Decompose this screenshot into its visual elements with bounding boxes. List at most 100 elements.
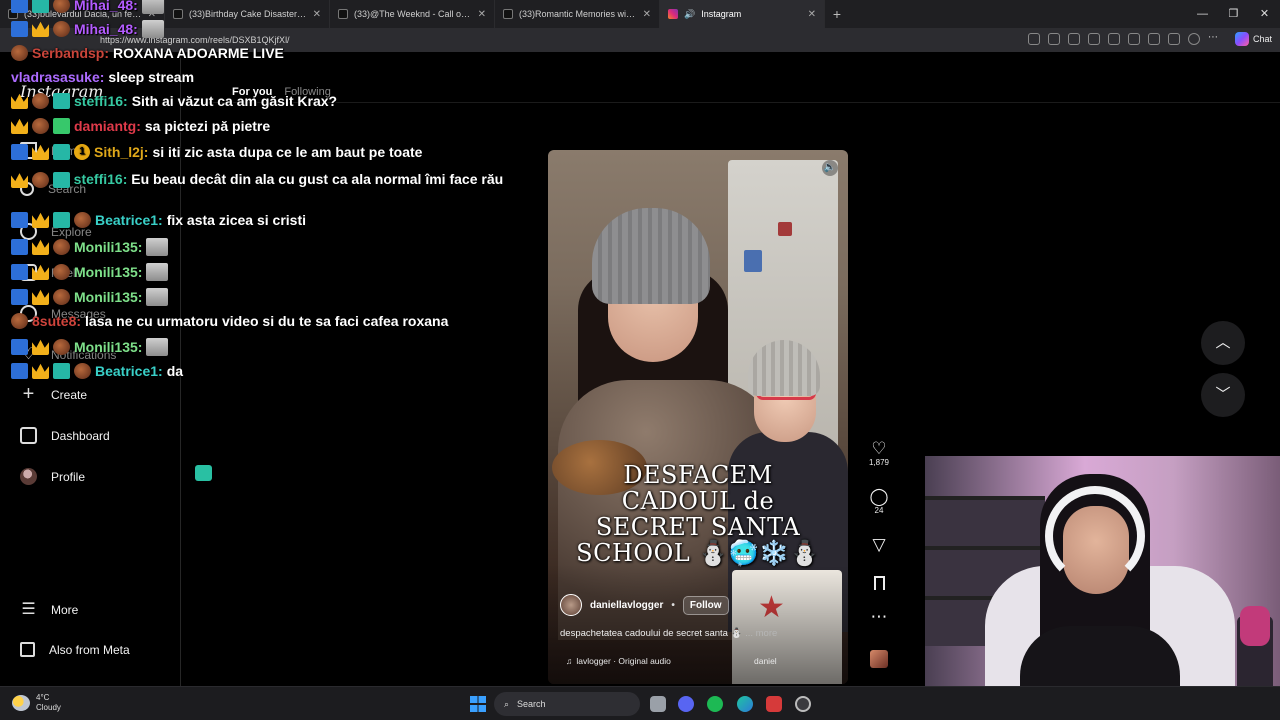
tab-title: (33)@The Weeknd - Call out my n bbox=[354, 9, 472, 19]
comment-action[interactable]: ◯ 24 bbox=[862, 488, 896, 516]
settings-gear-icon[interactable] bbox=[795, 696, 811, 712]
nav-label: Messages bbox=[51, 306, 106, 321]
close-tab-icon[interactable]: ✕ bbox=[478, 9, 486, 20]
browser-tab-active[interactable]: 🔊 Instagram ✕ bbox=[660, 0, 825, 28]
profile-icon[interactable] bbox=[1188, 33, 1200, 45]
windows-start-icon[interactable] bbox=[470, 696, 486, 712]
instagram-favicon-icon bbox=[668, 9, 678, 19]
app-icon[interactable] bbox=[766, 696, 782, 712]
chevron-down-icon: ﹀ bbox=[1215, 386, 1231, 403]
minimize-button[interactable]: — bbox=[1187, 0, 1218, 28]
send-icon: ▽ bbox=[872, 535, 886, 554]
edge-browser-icon[interactable] bbox=[737, 696, 753, 712]
url-text[interactable]: https://www.instagram.com/reels/DSXB1QKj… bbox=[100, 35, 290, 45]
tab-following[interactable]: Following bbox=[284, 86, 330, 98]
reel-shade bbox=[548, 564, 848, 684]
save-action[interactable] bbox=[862, 574, 896, 592]
refresh-icon[interactable] bbox=[1108, 33, 1120, 45]
next-reel-button[interactable]: ﹀ bbox=[1201, 373, 1245, 417]
home-icon bbox=[20, 142, 37, 159]
nav-messages[interactable]: Messages bbox=[20, 305, 106, 322]
collections-icon[interactable] bbox=[1168, 33, 1180, 45]
dashboard-icon bbox=[20, 427, 37, 444]
tab-title: (33)bulevardul Dacia, un fel de bbox=[24, 9, 142, 19]
close-tab-icon[interactable]: ✕ bbox=[148, 9, 156, 20]
close-window-button[interactable]: ✕ bbox=[1249, 0, 1280, 28]
favorite-star-icon[interactable] bbox=[1088, 33, 1100, 45]
feed-divider bbox=[181, 102, 1280, 103]
tab-title: Instagram bbox=[701, 9, 742, 19]
copilot-chat-label: Chat bbox=[1252, 34, 1272, 44]
messages-icon bbox=[20, 305, 37, 322]
sound-icon[interactable]: 🔈 bbox=[822, 160, 838, 176]
nav-label: Search bbox=[48, 182, 87, 196]
tab-for-you[interactable]: For you bbox=[232, 86, 272, 98]
follow-button[interactable]: Follow bbox=[682, 595, 729, 615]
nav-profile[interactable]: Profile bbox=[20, 468, 85, 485]
screen: (33)bulevardul Dacia, un fel de ✕ (33)Bir… bbox=[0, 0, 1280, 720]
discord-icon[interactable] bbox=[678, 696, 694, 712]
copilot-chat-button[interactable]: Chat bbox=[1234, 32, 1272, 46]
streamer-webcam bbox=[925, 456, 1280, 720]
nav-home[interactable]: Home bbox=[20, 142, 83, 159]
audio-tag[interactable]: daniel bbox=[754, 656, 777, 666]
weather-temp: 4°C bbox=[36, 693, 50, 702]
more-options-action[interactable]: ⋯ bbox=[862, 608, 896, 626]
read-aloud-icon[interactable] bbox=[1068, 33, 1080, 45]
browser-tab-bar: (33)bulevardul Dacia, un fel de ✕ (33)Bir… bbox=[0, 0, 1280, 28]
toolbar-icons: ⋯ bbox=[1028, 33, 1220, 45]
author-name[interactable]: daniellavlogger bbox=[590, 600, 663, 611]
nav-more[interactable]: ☰ More bbox=[20, 601, 78, 618]
browser-tab[interactable]: (33)@The Weeknd - Call out my n ✕ bbox=[330, 0, 495, 28]
feed-tabs: For you Following bbox=[232, 86, 331, 98]
explore-icon bbox=[20, 223, 37, 240]
taskbar-search[interactable]: ⌕ Search bbox=[494, 692, 640, 716]
nav-create[interactable]: + Create bbox=[20, 384, 87, 404]
file-explorer-icon[interactable] bbox=[650, 696, 666, 712]
close-tab-icon[interactable]: ✕ bbox=[313, 9, 321, 20]
nav-dashboard[interactable]: Dashboard bbox=[20, 427, 110, 444]
nav-reels[interactable]: Reels bbox=[20, 264, 82, 281]
close-tab-icon[interactable]: ✕ bbox=[808, 9, 816, 20]
extension-icon[interactable] bbox=[1028, 33, 1040, 45]
overlay-line: SCHOOL ⛄🥶❄️⛄ bbox=[576, 539, 820, 567]
previous-reel-button[interactable]: ︿ bbox=[1201, 321, 1245, 365]
overlay-line: DESFACEM bbox=[623, 461, 773, 489]
reel-overlay-text: DESFACEM CADOUL de SECRET SANTA SCHOOL ⛄… bbox=[566, 462, 830, 566]
more-dots-icon: ⋯ bbox=[870, 607, 888, 626]
tab-title: (33)Romantic Memories with Rom bbox=[519, 9, 637, 19]
nav-label: Profile bbox=[51, 469, 86, 484]
reel-audio[interactable]: ♫ lavlogger · Original audio bbox=[566, 656, 671, 666]
audio-thumbnail-action[interactable] bbox=[862, 650, 896, 668]
new-tab-button[interactable]: + bbox=[825, 6, 849, 22]
overlay-line: SECRET SANTA bbox=[595, 513, 801, 541]
share-action[interactable]: ▽ bbox=[862, 536, 896, 554]
author-avatar[interactable] bbox=[560, 594, 582, 616]
bookmark-icon bbox=[873, 576, 885, 590]
nav-also-from-meta[interactable]: Also from Meta bbox=[20, 642, 130, 657]
speaker-icon: 🔊 bbox=[684, 8, 696, 19]
spotify-icon[interactable] bbox=[707, 696, 723, 712]
browser-tab[interactable]: (33)Romantic Memories with Rom ✕ bbox=[495, 0, 660, 28]
zoom-icon[interactable] bbox=[1048, 33, 1060, 45]
nav-search[interactable]: Search bbox=[20, 182, 86, 196]
caption-more-link[interactable]: ... more bbox=[745, 628, 777, 639]
close-tab-icon[interactable]: ✕ bbox=[643, 9, 651, 20]
more-menu-icon[interactable]: ⋯ bbox=[1208, 33, 1220, 45]
favorites-icon[interactable] bbox=[1148, 33, 1160, 45]
heart-icon: ♡ bbox=[21, 346, 36, 363]
maximize-button[interactable]: ❐ bbox=[1218, 0, 1249, 28]
reel-video[interactable]: ★ 🔈 DESFACEM CADOUL de SECRET SANTA SCHO… bbox=[548, 150, 848, 684]
fridge-magnet bbox=[778, 222, 792, 236]
instagram-logo[interactable]: Instagram bbox=[20, 82, 103, 101]
like-action[interactable]: ♡ 1,879 bbox=[862, 440, 896, 468]
woman-knit-hat bbox=[592, 208, 710, 304]
copilot-icon bbox=[1234, 32, 1249, 46]
music-note-icon: ♫ bbox=[566, 656, 573, 666]
extensions-puzzle-icon[interactable] bbox=[1128, 33, 1140, 45]
nav-notifications[interactable]: ♡ Notifications bbox=[20, 346, 116, 363]
browser-tab[interactable]: (33)Birthday Cake Disasters: Hilario ✕ bbox=[165, 0, 330, 28]
nav-explore[interactable]: Explore bbox=[20, 223, 92, 240]
weather-widget[interactable]: 4°C Cloudy bbox=[12, 693, 61, 713]
browser-tab[interactable]: (33)bulevardul Dacia, un fel de ✕ bbox=[0, 0, 165, 28]
